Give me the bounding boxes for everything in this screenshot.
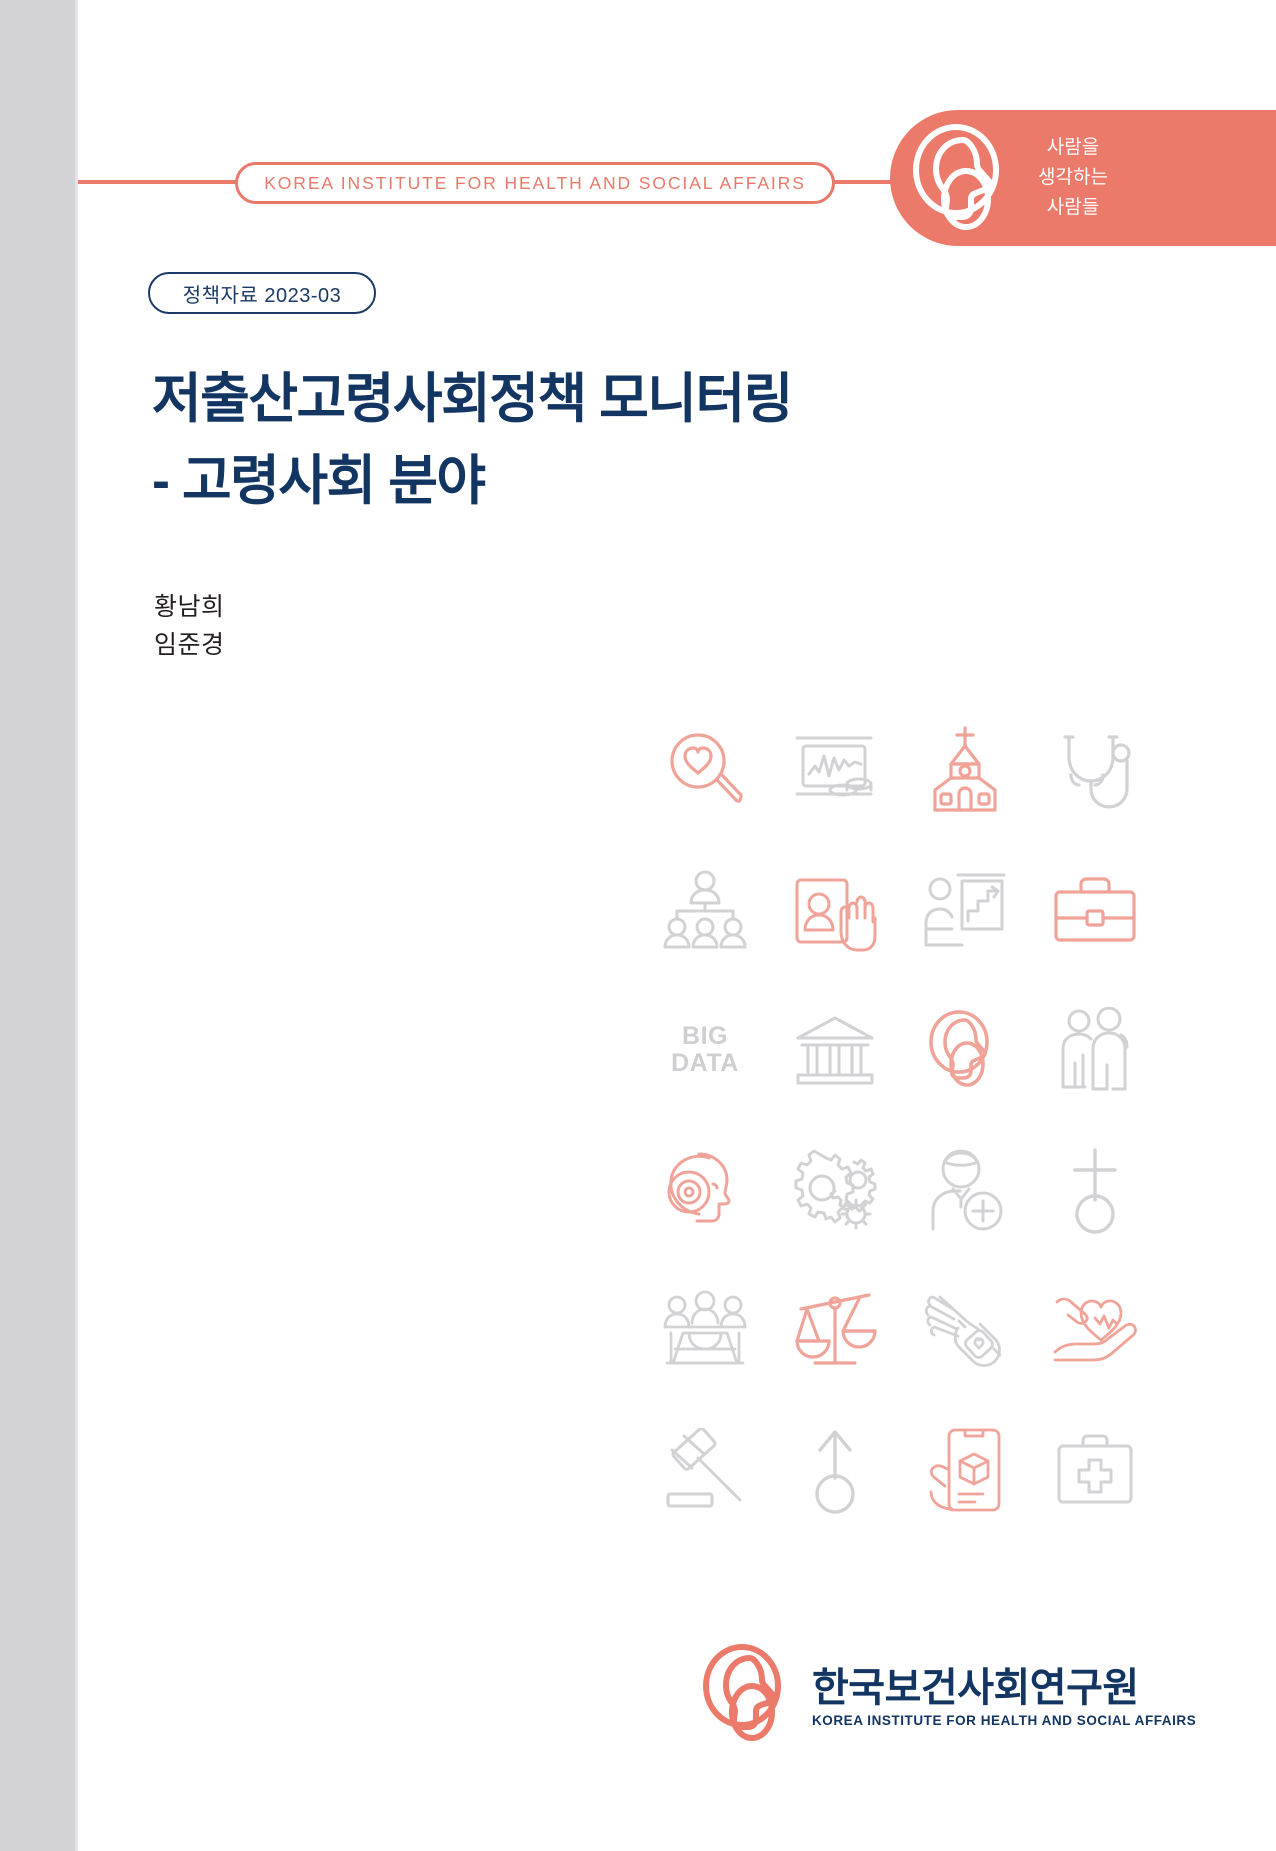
- hand-smartwatch-icon: [900, 1260, 1030, 1400]
- header-rule-left: [78, 180, 240, 184]
- gavel-icon: [640, 1400, 770, 1540]
- head-profile-icon: [908, 118, 1014, 238]
- male-gender-symbol-icon: [770, 1400, 900, 1540]
- conference-meeting-icon: [640, 1260, 770, 1400]
- church-icon: [900, 700, 1030, 840]
- big-data-text-icon: BIG DATA: [640, 980, 770, 1120]
- institute-name-text: KOREA INSTITUTE FOR HEALTH AND SOCIAL AF…: [264, 172, 806, 193]
- tagline-line-2: 생각하는: [1038, 167, 1108, 188]
- footer-logo-korean: 한국보건사회연구원: [812, 1665, 1139, 1710]
- decorative-icon-grid: BIG DATA: [640, 700, 1160, 1540]
- head-profile-icon: [700, 1640, 796, 1755]
- justice-scales-icon: [770, 1260, 900, 1400]
- tagline-line-3: 사람들: [1046, 197, 1100, 218]
- header-tagline: 사람을 생각하는 사람들: [1038, 133, 1108, 223]
- institute-name-pill: KOREA INSTITUTE FOR HEALTH AND SOCIAL AF…: [235, 162, 835, 204]
- header-coral-panel: 사람을 생각하는 사람들: [890, 110, 1276, 246]
- author-name: 황남희: [154, 593, 225, 621]
- first-aid-kit-icon: [1030, 1400, 1160, 1540]
- author-list: 황남희 임준경: [154, 588, 225, 664]
- title-line-1: 저출산고령사회정책 모니터링: [152, 369, 793, 429]
- gears-icon: [770, 1120, 900, 1260]
- footer-institute-logo: 한국보건사회연구원 KOREA INSTITUTE FOR HEALTH AND…: [700, 1640, 1196, 1755]
- id-card-hand-icon: [770, 840, 900, 980]
- stethoscope-icon: [1030, 700, 1160, 840]
- left-gray-spine: [0, 0, 75, 1851]
- author-name: 임준경: [154, 631, 225, 659]
- bank-building-icon: [770, 980, 900, 1120]
- presentation-growth-icon: [900, 840, 1030, 980]
- monitor-chart-coins-icon: [770, 700, 900, 840]
- female-gender-symbol-icon: [1030, 1120, 1160, 1260]
- header-rule-right: [833, 180, 893, 184]
- footer-logo-english: KOREA INSTITUTE FOR HEALTH AND SOCIAL AF…: [812, 1712, 1197, 1728]
- mobile-package-icon: [900, 1400, 1030, 1540]
- document-cover-page: KOREA INSTITUTE FOR HEALTH AND SOCIAL AF…: [0, 0, 1276, 1851]
- heart-in-hands-icon: [1030, 1260, 1160, 1400]
- heart-magnifier-icon: [640, 700, 770, 840]
- left-spine-edge: [75, 0, 78, 1851]
- report-series-text: 정책자료 2023-03: [182, 284, 342, 307]
- page-title: 저출산고령사회정책 모니터링 - 고령사회 분야: [152, 358, 952, 522]
- big-data-line-2: DATA: [671, 1049, 739, 1077]
- big-data-line-1: BIG: [682, 1022, 728, 1050]
- report-series-badge: 정책자료 2023-03: [148, 272, 376, 314]
- briefcase-icon: [1030, 840, 1160, 980]
- title-line-2: - 고령사회 분야: [152, 451, 486, 511]
- head-target-icon: [640, 1120, 770, 1260]
- two-people-icon: [1030, 980, 1160, 1120]
- people-org-chart-icon: [640, 840, 770, 980]
- tagline-line-1: 사람을: [1046, 137, 1100, 158]
- footer-logo-text: 한국보건사회연구원 KOREA INSTITUTE FOR HEALTH AND…: [812, 1665, 1196, 1731]
- person-add-icon: [900, 1120, 1030, 1260]
- head-profile-icon: [900, 980, 1030, 1120]
